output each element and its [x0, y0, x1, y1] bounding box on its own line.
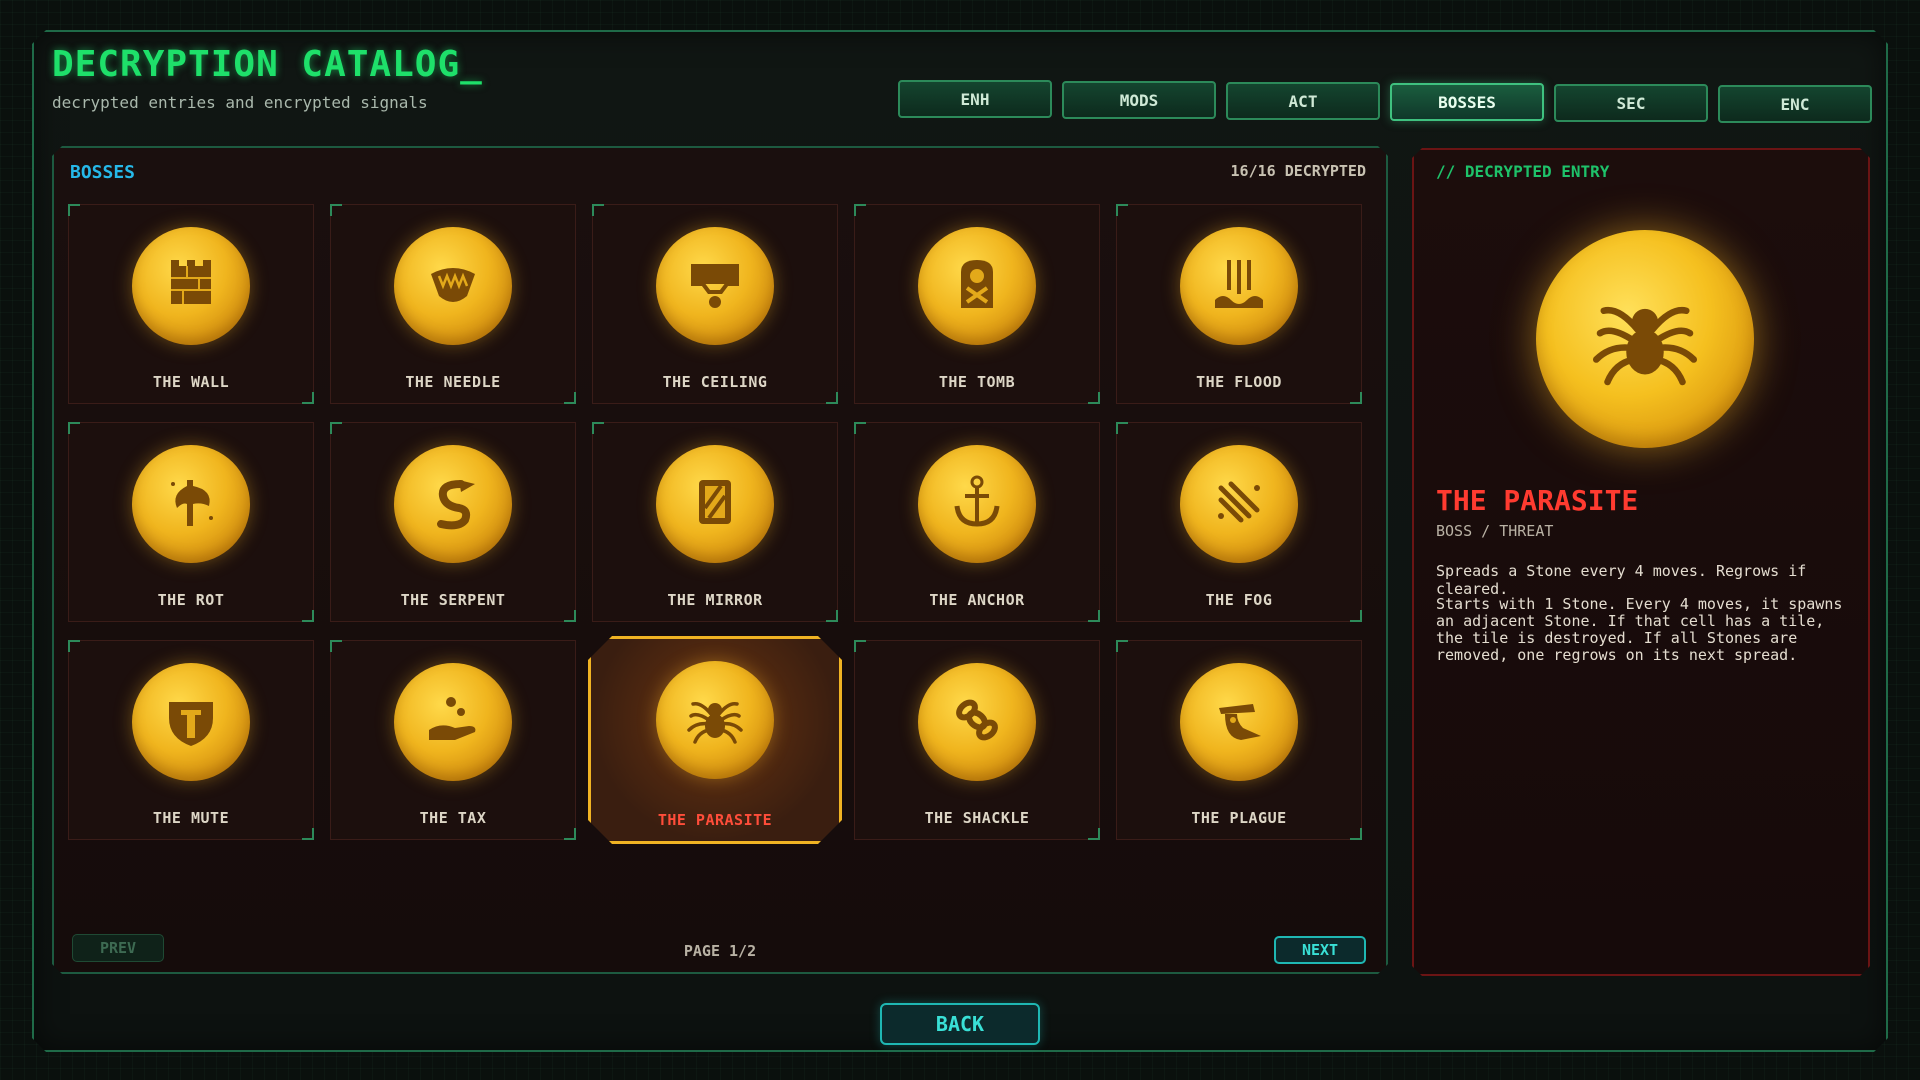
boss-coin	[918, 227, 1036, 345]
boss-coin	[394, 663, 512, 781]
boss-card[interactable]: THE CEILING	[592, 204, 838, 404]
detail-panel-label: // DECRYPTED ENTRY	[1436, 162, 1610, 181]
boss-card-name: THE SERPENT	[400, 591, 506, 609]
wall-icon	[159, 252, 223, 320]
mute-icon	[159, 688, 223, 756]
boss-card[interactable]: THE ANCHOR	[854, 422, 1100, 622]
fog-icon	[1207, 470, 1271, 538]
tab-bosses[interactable]: BOSSES	[1390, 83, 1544, 121]
boss-card-name: THE FOG	[1205, 591, 1273, 609]
boss-card[interactable]: THE MIRROR	[592, 422, 838, 622]
tab-sec[interactable]: SEC	[1554, 84, 1708, 122]
boss-card[interactable]: THE NEEDLE	[330, 204, 576, 404]
detail-panel: // DECRYPTED ENTRY THE PARASITE BOSS / T…	[1412, 148, 1870, 976]
boss-card[interactable]: THE PLAGUE	[1116, 640, 1362, 840]
boss-card[interactable]: THE TAX	[330, 640, 576, 840]
ceiling-icon	[683, 252, 747, 320]
boss-card-name: THE FLOOD	[1196, 373, 1282, 391]
boss-card-name: THE CEILING	[662, 373, 768, 391]
tab-enc[interactable]: ENC	[1718, 85, 1872, 123]
tab-enh[interactable]: ENH	[898, 80, 1052, 118]
spider-icon	[683, 686, 747, 754]
boss-coin	[132, 227, 250, 345]
boss-card-name: THE MUTE	[152, 809, 230, 827]
boss-card-name: THE ANCHOR	[929, 591, 1025, 609]
boss-coin	[918, 663, 1036, 781]
boss-coin	[394, 227, 512, 345]
boss-card-name: THE MIRROR	[667, 591, 763, 609]
plague-icon	[1207, 688, 1271, 756]
tax-icon	[421, 688, 485, 756]
shackle-icon	[945, 688, 1009, 756]
boss-card[interactable]: THE FLOOD	[1116, 204, 1362, 404]
boss-card-name: THE TAX	[419, 809, 487, 827]
boss-card-name: THE TOMB	[938, 373, 1016, 391]
boss-card[interactable]: THE FOG	[1116, 422, 1362, 622]
needle-icon	[421, 252, 485, 320]
tab-act[interactable]: ACT	[1226, 82, 1380, 120]
boss-card-name: THE NEEDLE	[405, 373, 501, 391]
tomb-icon	[945, 252, 1009, 320]
boss-card-name: THE PARASITE	[657, 811, 773, 829]
boss-coin	[656, 445, 774, 563]
boss-card[interactable]: THE ROT	[68, 422, 314, 622]
flood-icon	[1207, 252, 1271, 320]
boss-coin	[918, 445, 1036, 563]
serpent-icon	[421, 470, 485, 538]
boss-coin	[1180, 227, 1298, 345]
boss-type: BOSS / THREAT	[1436, 522, 1554, 540]
boss-card-name: THE WALL	[152, 373, 230, 391]
boss-coin	[656, 227, 774, 345]
page-title: DECRYPTION CATALOG_	[52, 44, 483, 85]
page-indicator: PAGE 1/2	[683, 942, 757, 960]
boss-card[interactable]: THE SHACKLE	[854, 640, 1100, 840]
boss-card-name: THE PLAGUE	[1191, 809, 1287, 827]
boss-short-description: Spreads a Stone every 4 moves. Regrows i…	[1436, 562, 1807, 598]
boss-long-description: Starts with 1 Stone. Every 4 moves, it s…	[1436, 595, 1843, 664]
boss-card[interactable]: THE TOMB	[854, 204, 1100, 404]
boss-coin	[1180, 445, 1298, 563]
boss-coin	[132, 663, 250, 781]
boss-card[interactable]: THE SERPENT	[330, 422, 576, 622]
rot-icon	[159, 470, 223, 538]
decrypted-count: 16/16 DECRYPTED	[1230, 162, 1366, 180]
back-button[interactable]: BACK	[880, 1003, 1040, 1045]
category-tabs: ENH MODS ACT BOSSES SEC ENC	[898, 80, 1872, 123]
boss-coin	[656, 661, 774, 779]
mirror-icon	[683, 470, 747, 538]
spider-icon	[1585, 277, 1705, 401]
boss-card-name: THE SHACKLE	[924, 809, 1030, 827]
page-subtitle: decrypted entries and encrypted signals	[52, 93, 428, 112]
boss-grid-panel: BOSSES 16/16 DECRYPTED THE WALL THE NEEDL…	[52, 146, 1388, 974]
boss-card[interactable]: THE PARASITE	[588, 636, 842, 844]
boss-card-name: THE ROT	[157, 591, 225, 609]
boss-card[interactable]: THE WALL	[68, 204, 314, 404]
next-page-button[interactable]: NEXT	[1274, 936, 1366, 964]
boss-coin	[132, 445, 250, 563]
anchor-icon	[945, 470, 1009, 538]
boss-card[interactable]: THE MUTE	[68, 640, 314, 840]
boss-coin	[394, 445, 512, 563]
detail-coin	[1536, 230, 1754, 448]
boss-name: THE PARASITE	[1436, 484, 1639, 517]
grid-panel-label: BOSSES	[70, 162, 136, 183]
tab-mods[interactable]: MODS	[1062, 81, 1216, 119]
boss-coin	[1180, 663, 1298, 781]
